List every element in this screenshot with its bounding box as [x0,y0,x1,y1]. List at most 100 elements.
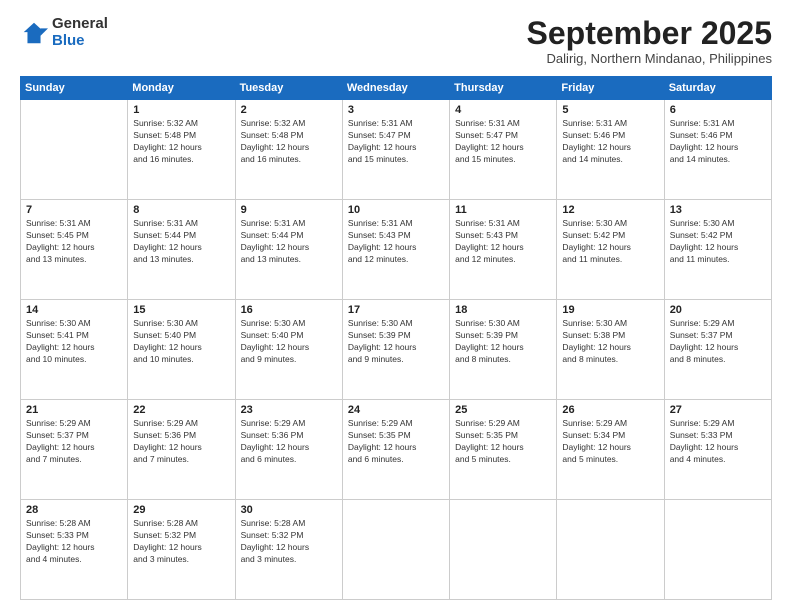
table-row: 20 Sunrise: 5:29 AM Sunset: 5:37 PM Dayli… [664,300,771,400]
day-info: Sunrise: 5:29 AM Sunset: 5:36 PM Dayligh… [241,418,337,466]
table-row: 11 Sunrise: 5:31 AM Sunset: 5:43 PM Dayli… [450,200,557,300]
location-subtitle: Dalirig, Northern Mindanao, Philippines [527,51,772,66]
logo-blue: Blue [52,33,108,50]
day-number: 6 [670,104,766,116]
table-row: 5Sunrise: 5:31 AM Sunset: 5:46 PM Daylig… [557,100,664,200]
day-info: Sunrise: 5:29 AM Sunset: 5:37 PM Dayligh… [670,318,766,366]
logo-text: General Blue [52,16,108,49]
month-title: September 2025 [527,16,772,51]
col-sunday: Sunday [21,77,128,100]
table-row [557,500,664,600]
col-monday: Monday [128,77,235,100]
table-row: 17 Sunrise: 5:30 AM Sunset: 5:39 PM Dayli… [342,300,449,400]
day-info: Sunrise: 5:30 AM Sunset: 5:42 PM Dayligh… [562,218,658,266]
day-info: Sunrise: 5:29 AM Sunset: 5:33 PM Dayligh… [670,418,766,466]
table-row: 29 Sunrise: 5:28 AM Sunset: 5:32 PM Dayli… [128,500,235,600]
day-info: Sunrise: 5:29 AM Sunset: 5:37 PM Dayligh… [26,418,122,466]
table-row: 22Sunrise: 5:29 AM Sunset: 5:36 PM Dayli… [128,400,235,500]
table-row: 27 Sunrise: 5:29 AM Sunset: 5:33 PM Dayli… [664,400,771,500]
day-number: 10 [348,204,444,216]
day-number: 12 [562,204,658,216]
logo: General Blue [20,16,108,49]
day-info: Sunrise: 5:30 AM Sunset: 5:40 PM Dayligh… [241,318,337,366]
day-number: 1 [133,104,229,116]
day-info: Sunrise: 5:30 AM Sunset: 5:40 PM Dayligh… [133,318,229,366]
table-row: 19 Sunrise: 5:30 AM Sunset: 5:38 PM Dayli… [557,300,664,400]
day-info: Sunrise: 5:31 AM Sunset: 5:46 PM Dayligh… [562,118,658,166]
day-number: 20 [670,304,766,316]
day-info: Sunrise: 5:31 AM Sunset: 5:43 PM Dayligh… [348,218,444,266]
day-number: 4 [455,104,551,116]
day-number: 15 [133,304,229,316]
table-row: 12 Sunrise: 5:30 AM Sunset: 5:42 PM Dayli… [557,200,664,300]
day-number: 18 [455,304,551,316]
day-number: 22 [133,404,229,416]
calendar-header: Sunday Monday Tuesday Wednesday Thursday… [21,77,772,100]
day-info: Sunrise: 5:31 AM Sunset: 5:44 PM Dayligh… [133,218,229,266]
day-number: 28 [26,504,122,516]
calendar-page: General Blue September 2025 Dalirig, Nor… [0,0,792,612]
table-row: 15 Sunrise: 5:30 AM Sunset: 5:40 PM Dayli… [128,300,235,400]
day-info: Sunrise: 5:31 AM Sunset: 5:43 PM Dayligh… [455,218,551,266]
table-row: 18 Sunrise: 5:30 AM Sunset: 5:39 PM Dayli… [450,300,557,400]
table-row: 7Sunrise: 5:31 AM Sunset: 5:45 PM Daylig… [21,200,128,300]
day-number: 9 [241,204,337,216]
day-info: Sunrise: 5:28 AM Sunset: 5:32 PM Dayligh… [133,518,229,566]
day-number: 13 [670,204,766,216]
day-number: 16 [241,304,337,316]
day-info: Sunrise: 5:30 AM Sunset: 5:39 PM Dayligh… [348,318,444,366]
calendar-body: 1 Sunrise: 5:32 AM Sunset: 5:48 PM Daylig… [21,100,772,600]
day-number: 26 [562,404,658,416]
logo-icon [20,19,48,47]
table-row [450,500,557,600]
day-number: 27 [670,404,766,416]
table-row: 28Sunrise: 5:28 AM Sunset: 5:33 PM Dayli… [21,500,128,600]
table-row: 23 Sunrise: 5:29 AM Sunset: 5:36 PM Dayli… [235,400,342,500]
table-row: 9 Sunrise: 5:31 AM Sunset: 5:44 PM Daylig… [235,200,342,300]
col-tuesday: Tuesday [235,77,342,100]
table-row: 30Sunrise: 5:28 AM Sunset: 5:32 PM Dayli… [235,500,342,600]
table-row: 8 Sunrise: 5:31 AM Sunset: 5:44 PM Daylig… [128,200,235,300]
table-row: 1Sunrise: 5:32 AM Sunset: 5:48 PM Daylig… [128,100,235,200]
calendar-table: Sunday Monday Tuesday Wednesday Thursday… [20,76,772,600]
day-number: 30 [241,504,337,516]
table-row: 25Sunrise: 5:29 AM Sunset: 5:35 PM Dayli… [450,400,557,500]
table-row: 4 Sunrise: 5:31 AM Sunset: 5:47 PM Daylig… [450,100,557,200]
day-number: 23 [241,404,337,416]
day-info: Sunrise: 5:31 AM Sunset: 5:46 PM Dayligh… [670,118,766,166]
day-info: Sunrise: 5:30 AM Sunset: 5:41 PM Dayligh… [26,318,122,366]
table-row: 10 Sunrise: 5:31 AM Sunset: 5:43 PM Dayli… [342,200,449,300]
day-number: 24 [348,404,444,416]
day-number: 8 [133,204,229,216]
day-info: Sunrise: 5:30 AM Sunset: 5:42 PM Dayligh… [670,218,766,266]
day-number: 11 [455,204,551,216]
table-row: 24Sunrise: 5:29 AM Sunset: 5:35 PM Dayli… [342,400,449,500]
day-number: 7 [26,204,122,216]
day-number: 2 [241,104,337,116]
day-info: Sunrise: 5:32 AM Sunset: 5:48 PM Dayligh… [241,118,337,166]
day-number: 19 [562,304,658,316]
day-info: Sunrise: 5:31 AM Sunset: 5:47 PM Dayligh… [455,118,551,166]
title-area: September 2025 Dalirig, Northern Mindana… [527,16,772,66]
day-number: 21 [26,404,122,416]
day-info: Sunrise: 5:30 AM Sunset: 5:39 PM Dayligh… [455,318,551,366]
logo-general: General [52,16,108,33]
day-number: 29 [133,504,229,516]
day-number: 17 [348,304,444,316]
table-row: 3Sunrise: 5:31 AM Sunset: 5:47 PM Daylig… [342,100,449,200]
day-info: Sunrise: 5:31 AM Sunset: 5:44 PM Dayligh… [241,218,337,266]
col-wednesday: Wednesday [342,77,449,100]
table-row: 26Sunrise: 5:29 AM Sunset: 5:34 PM Dayli… [557,400,664,500]
table-row: 16 Sunrise: 5:30 AM Sunset: 5:40 PM Dayli… [235,300,342,400]
table-row: 13 Sunrise: 5:30 AM Sunset: 5:42 PM Dayli… [664,200,771,300]
table-row: 21 Sunrise: 5:29 AM Sunset: 5:37 PM Dayli… [21,400,128,500]
table-row [21,100,128,200]
table-row: 6 Sunrise: 5:31 AM Sunset: 5:46 PM Daylig… [664,100,771,200]
header: General Blue September 2025 Dalirig, Nor… [20,16,772,66]
day-number: 14 [26,304,122,316]
day-number: 25 [455,404,551,416]
day-number: 3 [348,104,444,116]
table-row: 2 Sunrise: 5:32 AM Sunset: 5:48 PM Daylig… [235,100,342,200]
day-info: Sunrise: 5:30 AM Sunset: 5:38 PM Dayligh… [562,318,658,366]
table-row [664,500,771,600]
